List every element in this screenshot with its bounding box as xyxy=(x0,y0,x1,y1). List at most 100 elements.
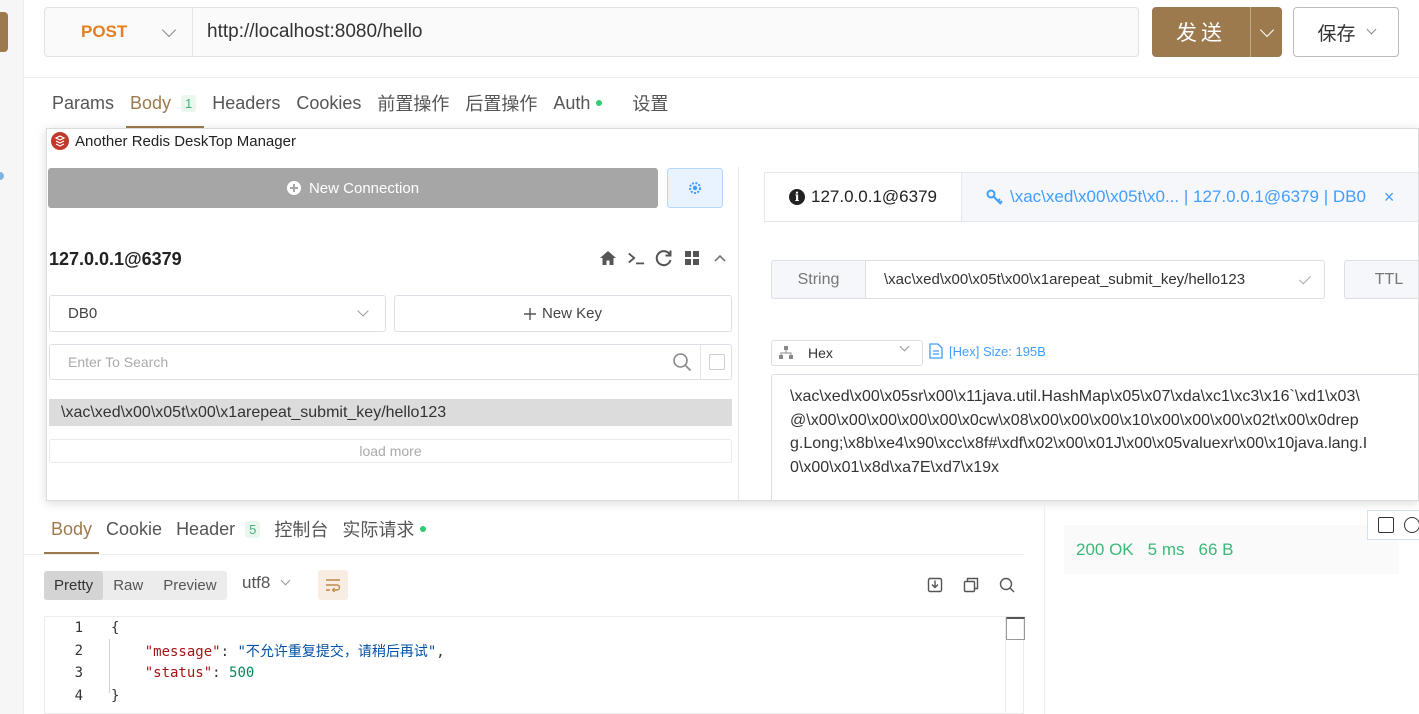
db-select[interactable]: DB0 xyxy=(49,295,386,332)
scrollbar[interactable] xyxy=(1005,617,1025,714)
save-button[interactable]: 保存 xyxy=(1293,7,1399,57)
home-icon[interactable] xyxy=(599,249,617,267)
tab-body[interactable]: Body 1 xyxy=(122,78,205,128)
response-body-viewer[interactable]: 1 { 2 "message": "不允许重复提交，请稍后再试", 3 "sta… xyxy=(44,616,1025,714)
chevron-down-icon xyxy=(899,341,910,352)
tab-cookies[interactable]: Cookies xyxy=(288,78,369,128)
code-line: 2 "message": "不允许重复提交，请稍后再试", xyxy=(45,640,1023,663)
code-line: 3 "status": 500 xyxy=(45,662,1023,685)
actual-request-dot xyxy=(420,526,427,532)
code-text: } xyxy=(111,687,120,704)
indent-guide xyxy=(109,639,110,693)
tab-auth[interactable]: Auth xyxy=(545,78,610,128)
exact-search-checkbox[interactable] xyxy=(709,354,725,370)
response-panel-divider xyxy=(1044,504,1045,714)
resp-tab-cookie[interactable]: Cookie xyxy=(99,504,169,554)
method-select[interactable]: POST xyxy=(45,8,193,56)
save-button-label: 保存 xyxy=(1317,23,1356,45)
response-tabs: Body Cookie Header 5 控制台 实际请求 xyxy=(44,504,433,554)
sidebar-indicator xyxy=(0,172,4,180)
key-name-input[interactable]: \xac\xed\x00\x05t\x00\x1arepeat_submit_k… xyxy=(865,260,1325,299)
tree-icon xyxy=(779,346,793,359)
confirm-check-icon[interactable] xyxy=(1298,272,1312,285)
db-select-value: DB0 xyxy=(68,305,98,322)
response-format-group: Pretty Raw Preview xyxy=(44,571,227,600)
resp-tab-actual-request-label: 实际请求 xyxy=(342,520,415,540)
download-icon[interactable] xyxy=(926,576,944,594)
tab-post-script-label: 后置操作 xyxy=(465,94,538,114)
tab-pre-script[interactable]: 前置操作 xyxy=(369,78,457,128)
resp-tab-header[interactable]: Header 5 xyxy=(169,504,267,554)
chevron-down-icon xyxy=(1366,24,1376,35)
sidebar-active-marker[interactable] xyxy=(0,12,8,52)
resp-tab-actual-request[interactable]: 实际请求 xyxy=(335,504,433,554)
word-wrap-button[interactable] xyxy=(318,570,348,600)
key-type-tag: String xyxy=(771,260,866,299)
grid-icon[interactable] xyxy=(683,249,701,267)
auth-status-dot xyxy=(596,100,603,106)
tab-settings[interactable]: 设置 xyxy=(624,78,676,128)
response-time: 5 ms xyxy=(1147,539,1185,559)
resp-tab-console[interactable]: 控制台 xyxy=(267,504,335,554)
refresh-icon[interactable] xyxy=(655,249,673,267)
close-icon[interactable]: × xyxy=(1384,187,1395,208)
key-search xyxy=(49,344,732,380)
redis-title-bar: Another Redis DeskTop Manager xyxy=(47,129,1418,153)
tab-params-label: Params xyxy=(52,92,115,113)
gear-icon xyxy=(689,182,701,194)
document-icon xyxy=(929,343,943,359)
request-tabs: Params Body 1 Headers Cookies 前置操作 后置操作 A… xyxy=(44,78,676,128)
send-options-dropdown[interactable] xyxy=(1250,7,1282,57)
tab-key-detail[interactable]: \xac\xed\x00\x05t\x0... | 127.0.0.1@6379… xyxy=(962,173,1418,221)
copy-icon[interactable] xyxy=(962,576,980,594)
format-pretty-button[interactable]: Pretty xyxy=(44,571,104,600)
load-more-button[interactable]: load more xyxy=(49,439,732,463)
value-line: \xac\xed\x00\x05sr\x00\x11java.util.Hash… xyxy=(790,388,1360,405)
header-count-badge: 5 xyxy=(245,520,261,538)
resp-tab-body[interactable]: Body xyxy=(44,504,100,554)
value-size-label: [Hex] Size: 195B xyxy=(949,343,1046,359)
redis-window-title: Another Redis DeskTop Manager xyxy=(75,132,296,150)
format-preview-button[interactable]: Preview xyxy=(153,571,226,600)
new-key-label: New Key xyxy=(541,305,603,322)
plus-circle-icon xyxy=(286,181,301,195)
chevron-down-icon xyxy=(280,575,291,586)
tab-headers[interactable]: Headers xyxy=(204,78,288,128)
redis-settings-button[interactable] xyxy=(667,168,723,208)
code-text: { xyxy=(111,620,120,637)
json-key: "message" xyxy=(144,643,221,660)
send-button[interactable]: 发送 xyxy=(1152,7,1282,57)
square-icon[interactable] xyxy=(1378,517,1394,533)
resp-tab-console-label: 控制台 xyxy=(274,520,329,540)
tab-params[interactable]: Params xyxy=(44,78,122,128)
response-size: 66 B xyxy=(1198,539,1234,559)
search-icon[interactable] xyxy=(998,576,1016,594)
tab-pre-script-label: 前置操作 xyxy=(377,94,450,114)
floating-toolbar xyxy=(1367,510,1419,540)
tab-post-script[interactable]: 后置操作 xyxy=(457,78,545,128)
encoding-select[interactable]: utf8 xyxy=(242,573,291,593)
chevron-up-icon[interactable] xyxy=(711,249,729,267)
new-connection-label: New Connection xyxy=(308,179,420,197)
new-key-button[interactable]: New Key xyxy=(394,295,732,332)
tab-connection-info[interactable]: i 127.0.0.1@6379 xyxy=(765,173,962,221)
url-input[interactable] xyxy=(193,8,1138,56)
chevron-down-icon xyxy=(357,305,369,317)
wrap-icon xyxy=(326,579,341,592)
redis-tabs: i 127.0.0.1@6379 \xac\xed\x00\x05t\x0...… xyxy=(764,172,1418,222)
method-label: POST xyxy=(81,22,128,41)
search-icon[interactable] xyxy=(672,352,692,372)
circle-icon[interactable] xyxy=(1404,517,1419,533)
code-text: "message": "不允许重复提交，请稍后再试", xyxy=(144,643,445,660)
value-editor[interactable]: \xac\xed\x00\x05sr\x00\x11java.util.Hash… xyxy=(771,374,1418,500)
key-search-input[interactable] xyxy=(50,345,672,379)
line-number: 2 xyxy=(74,642,83,659)
new-connection-button[interactable]: New Connection xyxy=(48,168,658,208)
value-format-select[interactable]: Hex xyxy=(771,340,923,366)
request-bar: POST xyxy=(44,7,1139,57)
line-number: 4 xyxy=(74,687,83,704)
terminal-icon[interactable] xyxy=(627,249,645,267)
format-raw-button[interactable]: Raw xyxy=(103,571,153,600)
list-item[interactable]: \xac\xed\x00\x05t\x00\x1arepeat_submit_k… xyxy=(49,399,732,426)
key-name-value: \xac\xed\x00\x05t\x00\x1arepeat_submit_k… xyxy=(884,271,1246,288)
